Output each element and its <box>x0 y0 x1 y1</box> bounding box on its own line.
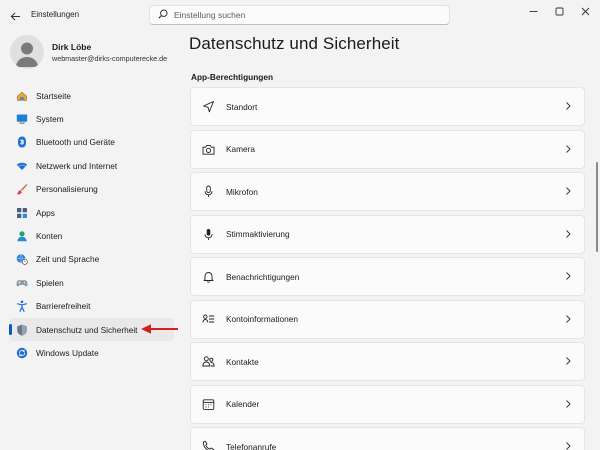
chevron-right-icon <box>566 399 571 408</box>
phone-icon <box>201 440 215 450</box>
permission-item-kontoinformationen[interactable]: Kontoinformationen <box>190 299 585 339</box>
account-info-icon <box>201 312 215 326</box>
sidebar-item-label: Personalisierung <box>36 184 98 195</box>
sidebar-item-label: Windows Update <box>36 347 99 358</box>
sidebar-item-label: Barrierefreiheit <box>36 301 91 312</box>
bluetooth-icon <box>16 136 28 148</box>
accessibility-icon <box>16 300 28 313</box>
permission-label: Standort <box>226 101 258 112</box>
sidebar-item-windows-update[interactable]: Windows Update <box>9 341 174 364</box>
search-box[interactable] <box>149 5 450 25</box>
person-icon <box>16 230 28 242</box>
permission-item-kontakte[interactable]: Kontakte <box>190 342 585 381</box>
chevron-right-icon <box>566 442 571 450</box>
sidebar-item-label: Netzwerk und Internet <box>36 160 118 171</box>
maximize-icon[interactable] <box>547 3 571 19</box>
microphone-icon <box>201 185 215 199</box>
search-input[interactable] <box>174 10 424 20</box>
sidebar-item-konten[interactable]: Konten <box>9 224 174 247</box>
app-title: Einstellungen <box>31 10 80 19</box>
user-name: Dirk Löbe <box>52 42 92 52</box>
chevron-right-icon <box>566 187 571 195</box>
permission-label: Kontoinformationen <box>226 314 298 324</box>
annotation-arrow-icon <box>141 324 178 334</box>
permission-label: Kamera <box>226 144 256 154</box>
sidebar-item-label: Startseite <box>36 90 72 101</box>
sidebar-item-label: Konten <box>36 231 63 242</box>
search-icon <box>158 6 168 24</box>
close-icon[interactable] <box>573 3 597 19</box>
home-icon <box>16 90 28 102</box>
calendar-icon <box>201 397 215 411</box>
user-email: webmaster@dirks-computerecke.de <box>52 54 168 63</box>
permission-item-kalender[interactable]: Kalender <box>190 384 585 424</box>
sidebar-item-label: Bluetooth und Geräte <box>36 137 115 148</box>
sidebar-item-label: Spielen <box>36 277 64 288</box>
permission-item-kamera[interactable]: Kamera <box>190 129 585 169</box>
chevron-right-icon <box>566 102 571 110</box>
title-bar: Einstellungen <box>0 0 600 32</box>
scrollbar-thumb[interactable] <box>596 162 598 252</box>
sidebar-item-netzwerk[interactable]: Netzwerk und Internet <box>9 154 174 177</box>
monitor-icon <box>16 113 28 125</box>
camera-icon <box>201 142 215 156</box>
gamepad-icon <box>16 277 28 289</box>
bell-icon <box>201 270 215 284</box>
permission-label: Telefonanrufe <box>226 441 277 450</box>
sidebar-item-apps[interactable]: Apps <box>9 201 174 224</box>
permission-label: Stimmaktivierung <box>226 229 290 239</box>
sidebar-item-spielen[interactable]: Spielen <box>9 271 174 294</box>
sidebar-item-startseite[interactable]: Startseite <box>9 84 174 107</box>
permission-item-stimmaktivierung[interactable]: Stimmaktivierung <box>190 214 585 254</box>
user-profile[interactable]: Dirk Löbe webmaster@dirks-computerecke.d… <box>10 35 182 69</box>
permission-item-standort[interactable]: Standort <box>190 87 585 126</box>
avatar <box>10 35 44 69</box>
minimize-icon[interactable] <box>521 3 545 19</box>
permission-label: Kontakte <box>226 356 259 367</box>
contacts-icon <box>201 355 215 369</box>
sidebar-item-label: Zeit und Sprache <box>36 254 100 265</box>
chevron-right-icon <box>566 314 571 323</box>
globe-clock-icon <box>16 253 28 266</box>
sidebar-item-system[interactable]: System <box>9 107 174 130</box>
voice-activation-icon <box>201 227 215 241</box>
permission-item-benachrichtigungen[interactable]: Benachrichtigungen <box>190 257 585 296</box>
brush-icon <box>16 183 28 195</box>
update-icon <box>16 347 28 359</box>
section-title: App-Berechtigungen <box>191 72 274 82</box>
sidebar-item-barrierefreiheit[interactable]: Barrierefreiheit <box>9 295 174 318</box>
shield-icon <box>16 324 28 336</box>
chevron-right-icon <box>566 272 571 280</box>
sidebar-item-zeit-und-sprache[interactable]: Zeit und Sprache <box>9 248 174 271</box>
wifi-icon <box>16 160 28 172</box>
page-title: Datenschutz und Sicherheit <box>189 34 400 53</box>
permission-item-mikrofon[interactable]: Mikrofon <box>190 172 585 211</box>
sidebar-item-personalisierung[interactable]: Personalisierung <box>9 178 174 201</box>
permissions-list: Standort Kamera Mikrofon Stimmaktivierun… <box>190 87 585 450</box>
sidebar-item-bluetooth[interactable]: Bluetooth und Geräte <box>9 131 174 154</box>
sidebar-item-label: Datenschutz und Sicherheit <box>36 324 138 335</box>
apps-icon <box>16 207 28 219</box>
arrow-left-icon[interactable] <box>6 7 24 25</box>
chevron-right-icon <box>566 229 571 238</box>
permission-label: Benachrichtigungen <box>226 271 300 282</box>
sidebar-item-label: System <box>36 114 64 125</box>
sidebar-item-label: Apps <box>36 207 55 218</box>
location-icon <box>201 100 215 114</box>
chevron-right-icon <box>566 144 571 153</box>
permission-label: Kalender <box>226 399 260 409</box>
chevron-right-icon <box>566 357 571 365</box>
permission-item-telefonanrufe[interactable]: Telefonanrufe <box>190 427 585 450</box>
permission-label: Mikrofon <box>226 186 258 197</box>
